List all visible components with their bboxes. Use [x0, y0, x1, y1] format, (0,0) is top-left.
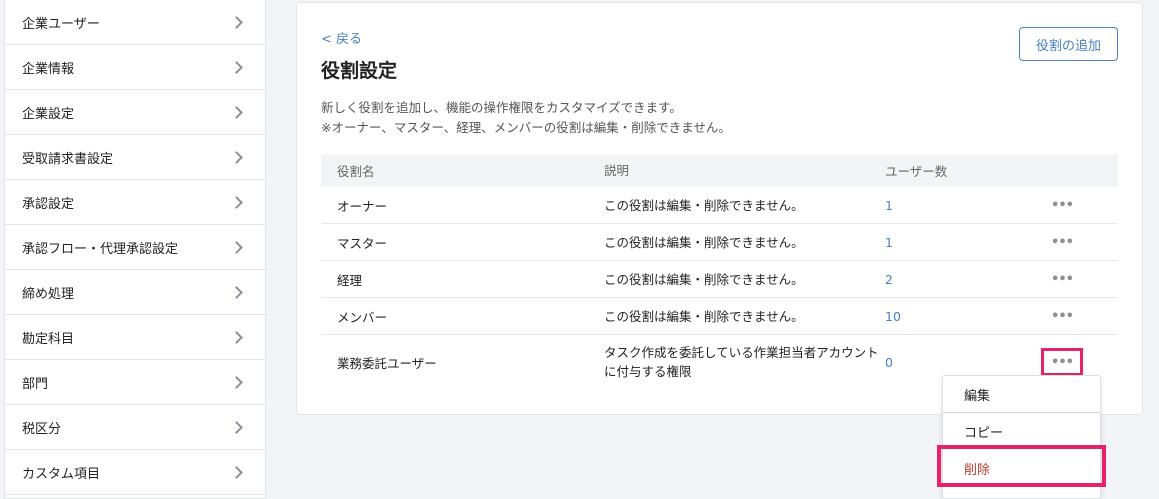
user-count-link[interactable]: 1: [885, 235, 893, 250]
table-row: 経理 この役割は編集・削除できません。 2 •••: [321, 261, 1118, 298]
page-description: 新しく役割を追加し、機能の操作権限をカスタマイズできます。 ※オーナー、マスター…: [321, 98, 731, 138]
menu-item-edit[interactable]: 編集: [943, 376, 1100, 413]
role-name: 経理: [337, 272, 363, 288]
sidebar-item-departments[interactable]: 部門: [5, 360, 265, 405]
table-row: オーナー この役割は編集・削除できません。 1 •••: [321, 187, 1118, 224]
add-role-button[interactable]: 役割の追加: [1019, 27, 1118, 61]
row-action-dropdown: 編集 コピー 削除: [942, 375, 1101, 499]
sidebar-item-approval-flow[interactable]: 承認フロー・代理承認設定: [5, 225, 265, 270]
sidebar-item-closing[interactable]: 締め処理: [5, 270, 265, 315]
chevron-right-icon: [230, 420, 243, 434]
user-count-link[interactable]: 2: [885, 272, 893, 287]
settings-sidebar: 企業ユーザー 企業情報 企業設定 受取請求書設定 承認設定 承認フロー・代理承認…: [4, 0, 266, 499]
description-line: 新しく役割を追加し、機能の操作権限をカスタマイズできます。: [321, 100, 682, 115]
chevron-right-icon: [230, 105, 243, 119]
page-title: 役割設定: [321, 60, 398, 82]
sidebar-item-label: 承認設定: [22, 196, 75, 212]
role-name: マスター: [337, 235, 388, 251]
more-menu-icon-highlighted[interactable]: •••: [1041, 348, 1083, 376]
user-count-link[interactable]: 10: [885, 309, 901, 324]
role-description: この役割は編集・削除できません。: [604, 308, 804, 324]
more-menu-icon[interactable]: •••: [1047, 269, 1077, 289]
chevron-right-icon: [230, 60, 243, 74]
sidebar-item-company-users[interactable]: 企業ユーザー: [5, 0, 265, 45]
description-note: ※オーナー、マスター、経理、メンバーの役割は編集・削除できません。: [321, 120, 731, 135]
chevron-right-icon: [230, 330, 243, 344]
role-name: 業務委託ユーザー: [337, 355, 437, 371]
role-description: タスク作成を委託している作業担当者アカウントに付与する権限: [604, 345, 879, 379]
role-description: この役割は編集・削除できません。: [604, 271, 804, 287]
table-row: マスター この役割は編集・削除できません。 1 •••: [321, 224, 1118, 261]
sidebar-item-received-invoice-settings[interactable]: 受取請求書設定: [5, 135, 265, 180]
role-name: オーナー: [337, 198, 388, 214]
table-row: メンバー この役割は編集・削除できません。 10 •••: [321, 298, 1118, 335]
sidebar-item-custom-fields[interactable]: カスタム項目: [5, 450, 265, 495]
back-link[interactable]: < 戻る: [321, 28, 362, 47]
menu-item-delete[interactable]: 削除: [943, 450, 1100, 487]
header-user-count: ユーザー数: [885, 164, 948, 179]
sidebar-item-label: 勘定科目: [22, 331, 75, 347]
sidebar-item-label: 企業ユーザー: [22, 16, 100, 32]
sidebar-item-accounts[interactable]: 勘定科目: [5, 315, 265, 360]
header-role-name: 役割名: [337, 164, 375, 179]
chevron-right-icon: [230, 150, 243, 164]
sidebar-item-approval-settings[interactable]: 承認設定: [5, 180, 265, 225]
chevron-right-icon: [230, 195, 243, 209]
user-count-link[interactable]: 0: [885, 355, 893, 370]
sidebar-item-company-settings[interactable]: 企業設定: [5, 90, 265, 135]
chevron-right-icon: [230, 375, 243, 389]
sidebar-item-label: 締め処理: [22, 286, 75, 302]
sidebar-item-tax-categories[interactable]: 税区分: [5, 405, 265, 450]
user-count-link[interactable]: 1: [885, 198, 893, 213]
chevron-right-icon: [230, 15, 243, 29]
sidebar-item-label: 部門: [22, 376, 49, 392]
sidebar-item-label: 企業設定: [22, 106, 75, 122]
role-name: メンバー: [337, 309, 388, 325]
table-header: 役割名 説明 ユーザー数: [321, 154, 1118, 187]
chevron-right-icon: [230, 285, 243, 299]
sidebar-item-label: 受取請求書設定: [22, 151, 114, 167]
sidebar-item-label: カスタム項目: [22, 466, 101, 482]
role-description: この役割は編集・削除できません。: [604, 234, 804, 250]
sidebar-item-label: 承認フロー・代理承認設定: [22, 241, 179, 257]
sidebar-item-label: 企業情報: [22, 61, 75, 77]
roles-table: 役割名 説明 ユーザー数 オーナー この役割は編集・削除できません。 1 •••…: [321, 154, 1118, 389]
more-menu-icon[interactable]: •••: [1047, 195, 1077, 215]
sidebar-item-label: 税区分: [22, 421, 62, 437]
chevron-right-icon: [230, 240, 243, 254]
role-description: この役割は編集・削除できません。: [604, 197, 804, 213]
header-description: 説明: [604, 163, 630, 178]
more-menu-icon[interactable]: •••: [1047, 232, 1077, 252]
sidebar-item-company-info[interactable]: 企業情報: [5, 45, 265, 90]
menu-item-copy[interactable]: コピー: [943, 413, 1100, 450]
roles-card: < 戻る 役割設定 役割の追加 新しく役割を追加し、機能の操作権限をカスタマイズ…: [296, 2, 1143, 415]
chevron-right-icon: [230, 465, 243, 479]
more-menu-icon[interactable]: •••: [1047, 306, 1077, 326]
